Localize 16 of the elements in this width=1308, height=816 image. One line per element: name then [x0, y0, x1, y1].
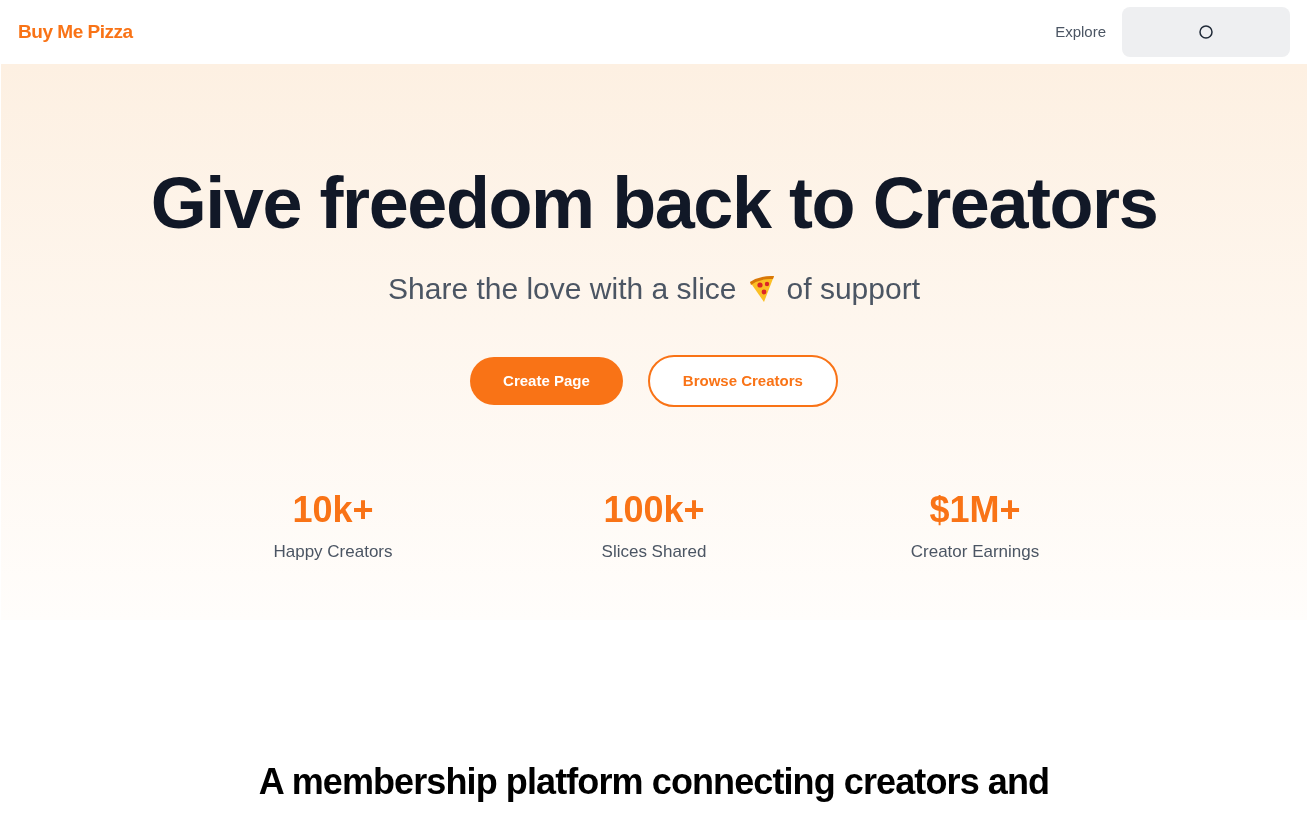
subtitle-text: Share the love with a slice — [388, 271, 737, 307]
stat-value: 10k+ — [292, 490, 374, 530]
logo-link[interactable]: Buy Me Pizza — [18, 17, 133, 47]
stat-value: 100k+ — [603, 490, 705, 530]
browse-creators-button[interactable]: Browse Creators — [647, 355, 838, 407]
stat-label: Creator Earnings — [910, 541, 1040, 563]
circle-icon — [1199, 25, 1213, 39]
placeholder-button[interactable] — [1122, 7, 1290, 57]
subtitle-text: of support — [786, 271, 920, 307]
stat-value: $1M+ — [929, 490, 1021, 530]
stat-label: Happy Creators — [273, 541, 393, 563]
create-page-button[interactable]: Create Page — [470, 357, 623, 405]
stat-label: Slices Shared — [601, 541, 707, 563]
section-heading: A membership platform connecting creators and — [258, 760, 1050, 804]
nav-link[interactable]: Explore — [1055, 20, 1106, 44]
hero-title: Give freedom back to Creators — [150, 167, 1158, 239]
